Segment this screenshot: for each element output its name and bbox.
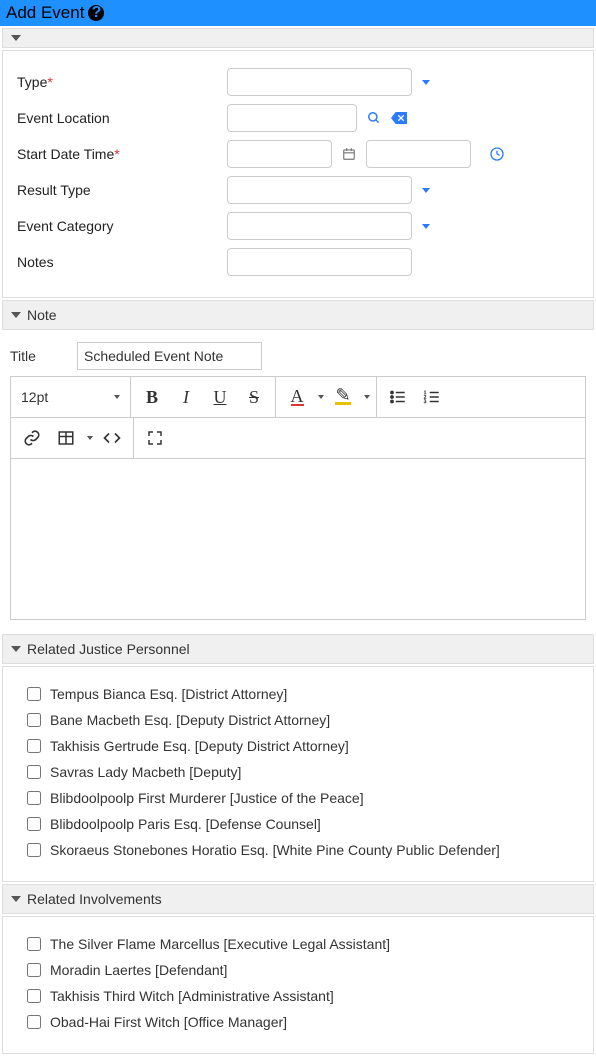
label-notes: Notes [17,254,227,270]
personnel-list: Tempus Bianca Esq. [District Attorney] Ba… [2,666,594,882]
text-color-button[interactable]: A [282,382,312,412]
bullet-list-button[interactable] [383,382,413,412]
involvement-item-checkbox[interactable] [27,963,41,977]
label-type: Type* [17,74,227,90]
label-event-location: Event Location [17,110,227,126]
notes-input[interactable] [227,248,412,276]
involvement-item-label: Obad-Hai First Witch [Office Manager] [50,1014,287,1030]
editor-toolbar-row-1: 12pt B I U S A ✎ 123 [11,377,585,418]
involvement-item-row: Obad-Hai First Witch [Office Manager] [17,1009,579,1035]
involvements-section-toggle[interactable]: Related Involvements [2,884,594,914]
label-start-date-time: Start Date Time* [17,146,227,162]
note-section-header: Note [27,307,57,323]
personnel-item-checkbox[interactable] [27,843,41,857]
chevron-down-icon [11,35,21,41]
dropdown-caret-icon[interactable] [422,188,430,193]
personnel-item-label: Savras Lady Macbeth [Deputy] [50,764,241,780]
type-select[interactable] [227,68,412,96]
ordered-list-button[interactable]: 123 [417,382,447,412]
code-button[interactable] [97,423,127,453]
involvement-item-label: The Silver Flame Marcellus [Executive Le… [50,936,390,952]
involvement-item-checkbox[interactable] [27,989,41,1003]
editor-toolbar-row-2 [11,418,585,459]
strikethrough-button[interactable]: S [239,382,269,412]
table-button[interactable] [51,423,81,453]
personnel-item-checkbox[interactable] [27,817,41,831]
underline-button[interactable]: U [205,382,235,412]
search-icon[interactable] [367,111,381,125]
dropdown-caret-icon[interactable] [422,224,430,229]
event-category-select[interactable] [227,212,412,240]
svg-text:3: 3 [424,399,427,405]
involvement-item-checkbox[interactable] [27,937,41,951]
editor-content-area[interactable] [11,459,585,619]
personnel-item-row: Blibdoolpoolp First Murderer [Justice of… [17,785,579,811]
personnel-item-label: Blibdoolpoolp First Murderer [Justice of… [50,790,364,806]
personnel-item-checkbox[interactable] [27,791,41,805]
chevron-down-icon[interactable] [364,395,370,399]
involvement-item-label: Takhisis Third Witch [Administrative Ass… [50,988,334,1004]
page-title: Add Event [6,3,84,23]
involvement-item-row: The Silver Flame Marcellus [Executive Le… [17,931,579,957]
highlight-button[interactable]: ✎ [328,382,358,412]
label-event-category: Event Category [17,218,227,234]
personnel-item-checkbox[interactable] [27,739,41,753]
dropdown-caret-icon[interactable] [422,80,430,85]
chevron-down-icon[interactable] [318,395,324,399]
help-icon[interactable]: ? [88,5,104,21]
chevron-down-icon [11,896,21,902]
result-type-select[interactable] [227,176,412,204]
personnel-item-row: Takhisis Gertrude Esq. [Deputy District … [17,733,579,759]
personnel-item-checkbox[interactable] [27,713,41,727]
note-title-input[interactable] [77,342,262,370]
involvement-item-row: Moradin Laertes [Defendant] [17,957,579,983]
italic-button[interactable]: I [171,382,201,412]
personnel-item-row: Tempus Bianca Esq. [District Attorney] [17,681,579,707]
chevron-down-icon [11,312,21,318]
bold-button[interactable]: B [137,382,167,412]
personnel-item-label: Tempus Bianca Esq. [District Attorney] [50,686,287,702]
personnel-item-label: Takhisis Gertrude Esq. [Deputy District … [50,738,349,754]
personnel-item-row: Bane Macbeth Esq. [Deputy District Attor… [17,707,579,733]
calendar-icon[interactable] [342,147,356,161]
event-form: Type* Event Location Start Date Time* [2,50,594,298]
font-size-select[interactable]: 12pt [11,377,131,417]
personnel-item-row: Skoraeus Stonebones Horatio Esq. [White … [17,837,579,863]
start-date-input[interactable] [227,140,332,168]
start-time-input[interactable] [366,140,471,168]
note-title-label: Title [10,348,65,364]
personnel-section-header: Related Justice Personnel [27,641,190,657]
involvements-section-header: Related Involvements [27,891,162,907]
note-section-toggle[interactable]: Note [2,300,594,330]
personnel-item-checkbox[interactable] [27,687,41,701]
personnel-item-checkbox[interactable] [27,765,41,779]
involvements-list: The Silver Flame Marcellus [Executive Le… [2,916,594,1054]
clear-icon[interactable] [391,111,407,125]
involvement-item-checkbox[interactable] [27,1015,41,1029]
link-button[interactable] [17,423,47,453]
chevron-down-icon[interactable] [87,436,93,440]
chevron-down-icon [11,646,21,652]
label-result-type: Result Type [17,182,227,198]
main-form-toggle[interactable] [2,28,594,48]
clock-icon[interactable] [489,146,505,162]
personnel-item-row: Savras Lady Macbeth [Deputy] [17,759,579,785]
chevron-down-icon [114,395,120,399]
fullscreen-button[interactable] [140,423,170,453]
involvement-item-label: Moradin Laertes [Defendant] [50,962,227,978]
personnel-section-toggle[interactable]: Related Justice Personnel [2,634,594,664]
personnel-item-label: Blibdoolpoolp Paris Esq. [Defense Counse… [50,816,321,832]
personnel-item-label: Bane Macbeth Esq. [Deputy District Attor… [50,712,330,728]
involvement-item-row: Takhisis Third Witch [Administrative Ass… [17,983,579,1009]
rich-text-editor: 12pt B I U S A ✎ 123 [10,376,586,620]
event-location-input[interactable] [227,104,357,132]
page-header: Add Event ? [0,0,596,26]
personnel-item-row: Blibdoolpoolp Paris Esq. [Defense Counse… [17,811,579,837]
personnel-item-label: Skoraeus Stonebones Horatio Esq. [White … [50,842,500,858]
note-section-body: Title 12pt B I U S A ✎ [0,332,596,620]
